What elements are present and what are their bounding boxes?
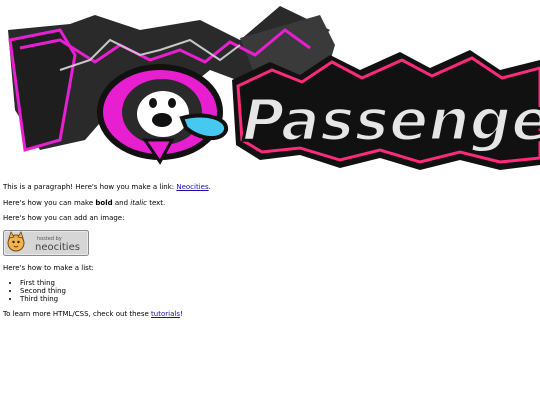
bold-text: bold bbox=[95, 198, 113, 207]
paragraph-1-text: This is a paragraph! Here's how you make… bbox=[3, 183, 177, 191]
hosted-by-neocities-badge[interactable]: hosted by neocities bbox=[3, 229, 89, 256]
badge-neocities: neocities bbox=[35, 242, 80, 253]
list-item: Second thing bbox=[20, 287, 533, 295]
paragraph-2-end: text. bbox=[146, 198, 166, 207]
list-item: First thing bbox=[20, 279, 533, 287]
italic-text: italic bbox=[130, 198, 147, 207]
paragraph-link: This is a paragraph! Here's how you make… bbox=[3, 183, 533, 191]
paragraph-1-end: . bbox=[208, 183, 211, 191]
paragraph-5-end: ! bbox=[179, 310, 183, 318]
paragraph-image-intro: Here's how you can add an image: bbox=[3, 214, 125, 222]
list-item: Third thing bbox=[20, 295, 533, 303]
main-content: This is a paragraph! Here's how you make… bbox=[3, 183, 533, 326]
tutorials-link[interactable]: tutorials bbox=[151, 310, 180, 318]
paragraph-2-middle: and bbox=[112, 198, 131, 207]
banner-logo-text: Passenger bbox=[242, 86, 540, 154]
banner-graphic: Passenger bbox=[8, 6, 540, 170]
paragraph-5-text: To learn more HTML/CSS, check out these bbox=[3, 310, 152, 318]
banner-logo: Passenger bbox=[232, 50, 540, 170]
paragraph-list-intro: Here's how to make a list: bbox=[3, 263, 94, 272]
neocities-cat-icon bbox=[7, 230, 25, 251]
paragraph-2-text: Here's how you can make bbox=[3, 198, 96, 207]
paragraph-bold-italic: Here's how you can make bold and italic … bbox=[3, 199, 533, 207]
example-list: First thing Second thing Third thing bbox=[3, 279, 533, 303]
neocities-link[interactable]: Neocities bbox=[176, 183, 208, 191]
mascot-ghost bbox=[97, 64, 228, 165]
paragraph-tutorials: To learn more HTML/CSS, check out these … bbox=[3, 310, 533, 318]
